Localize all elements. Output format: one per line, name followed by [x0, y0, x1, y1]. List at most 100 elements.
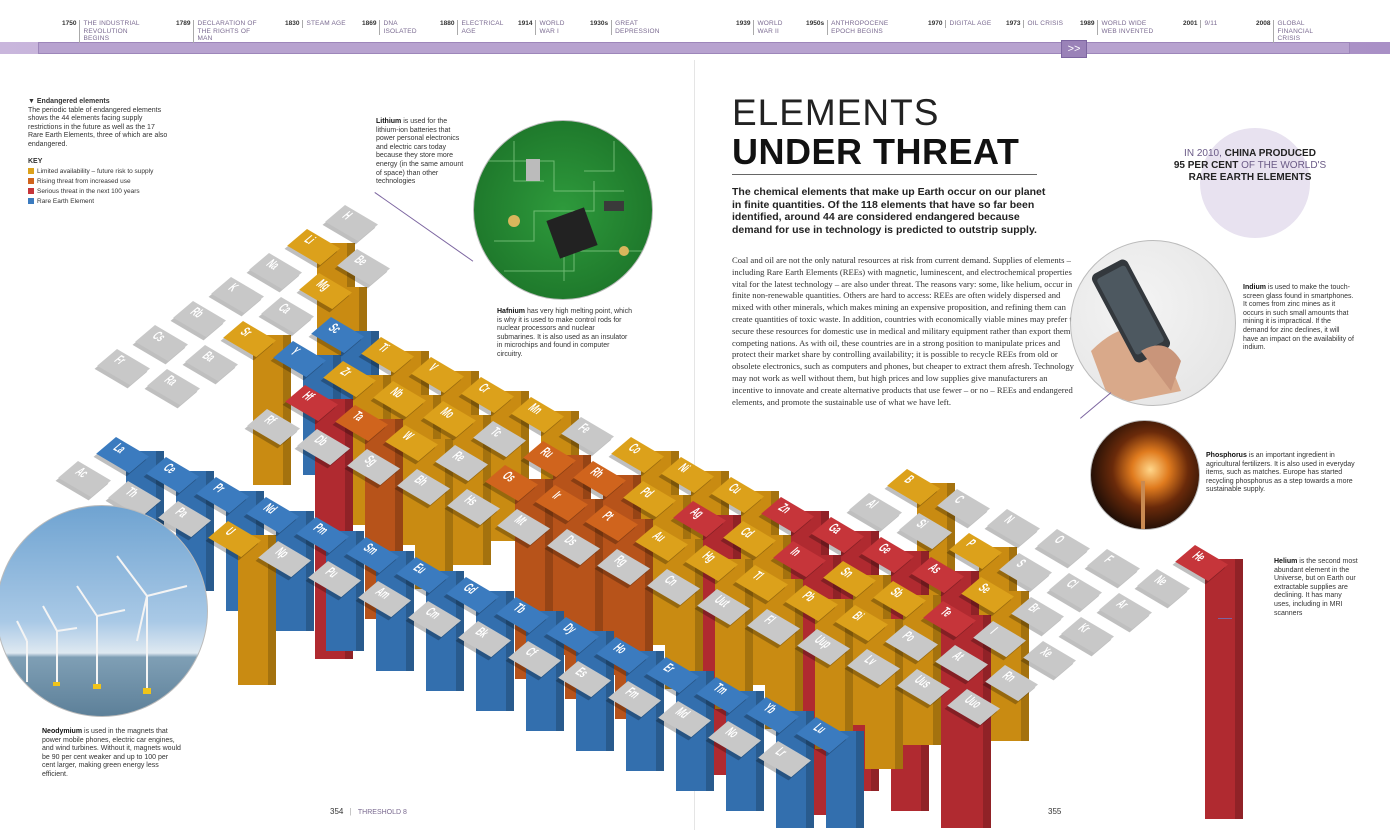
element-symbol: Pu: [321, 566, 342, 582]
element-symbol: Rf: [260, 413, 279, 428]
element-symbol: Ho: [609, 642, 630, 658]
element-symbol: Ir: [548, 489, 565, 503]
element-symbol: Cs: [148, 329, 169, 345]
element-symbol: Pd: [636, 485, 657, 501]
element-tile: Rb: [173, 301, 226, 338]
element-symbol: Sg: [360, 453, 381, 469]
element-symbol: Nd: [259, 502, 280, 518]
element-tile: Ac: [58, 461, 112, 498]
element-symbol: Fe: [574, 421, 594, 437]
helium-caption: Helium is the second most abundant eleme…: [1274, 558, 1360, 618]
hafnium-name: Hafnium: [497, 308, 525, 315]
element-symbol: Ac: [71, 466, 92, 482]
title-rule: [732, 174, 1037, 175]
element-symbol: Rg: [610, 553, 631, 569]
element-symbol: C: [950, 493, 967, 507]
neodymium-name: Neodymium: [42, 728, 83, 735]
element-symbol: Mg: [312, 277, 334, 294]
element-symbol: Tc: [486, 425, 506, 440]
circuit-board-photo: [473, 120, 653, 300]
wind-turbine-icon: [16, 555, 188, 694]
fact-bold1: CHINA PRODUCED: [1224, 148, 1316, 159]
lithium-caption: Lithium is used for the lithium-ion batt…: [376, 118, 468, 187]
element-symbol: Ni: [674, 461, 693, 476]
folio-right-number: 355: [1048, 807, 1062, 816]
element-symbol: Ra: [160, 373, 181, 389]
element-symbol: Ce: [159, 462, 180, 478]
element-symbol: Ne: [1150, 573, 1171, 589]
element-symbol: Na: [262, 257, 283, 273]
element-symbol: Y: [286, 345, 303, 359]
element-symbol: Lr: [771, 746, 790, 761]
element-symbol: Ge: [874, 541, 895, 557]
element-tile: Ne: [1137, 569, 1190, 606]
element-symbol: Yb: [759, 702, 780, 718]
element-symbol: Ds: [560, 533, 581, 549]
element-symbol: Cl: [1062, 577, 1081, 592]
element-tile: Ar: [1099, 593, 1152, 630]
element-symbol: Bi: [848, 609, 867, 624]
element-symbol: V: [424, 361, 441, 375]
element-tile: F: [1087, 549, 1140, 586]
element-symbol: Xe: [1036, 645, 1057, 661]
element-symbol: Br: [1024, 601, 1044, 617]
element-symbol: No: [721, 726, 742, 742]
element-tile: Al: [849, 493, 902, 530]
element-symbol: Tm: [709, 682, 731, 698]
element-symbol: Rh: [586, 465, 607, 481]
element-symbol: Ba: [198, 349, 219, 365]
element-symbol: Tl: [748, 569, 766, 584]
element-symbol: At: [948, 649, 967, 664]
hafnium-text: has very high melting point, which is wh…: [497, 308, 632, 358]
element-symbol: Ag: [686, 505, 707, 521]
element-symbol: Hs: [460, 493, 481, 509]
element-symbol: Fr: [110, 353, 129, 368]
element-symbol: Am: [371, 586, 394, 603]
element-tile: Fr: [97, 349, 150, 386]
element-symbol: Si: [912, 517, 931, 532]
periodic-table-3d: H Li Be Na Mg K Ca Sc Rb Sr Y Cs Ba Fr Ra Ti V Cr Mn Zr Nb Mo…: [0, 0, 1390, 830]
element-symbol: K: [224, 281, 241, 295]
fact-callout: IN 2010, CHINA PRODUCED 95 PER CENT OF T…: [1150, 148, 1350, 184]
element-symbol: B: [900, 473, 917, 487]
indium-text: is used to make the touch-screen glass f…: [1243, 284, 1354, 352]
element-symbol: Ca: [274, 301, 295, 317]
element-symbol: Zn: [774, 501, 794, 517]
body-text: Coal and oil are not the only natural re…: [732, 255, 1080, 407]
element-tile: Ba: [185, 345, 238, 382]
element-symbol: Zr: [336, 365, 355, 380]
circuit-board-icon: [484, 141, 644, 281]
element-symbol: Uup: [810, 633, 835, 652]
element-symbol: Tb: [509, 602, 530, 617]
element-symbol: Pb: [798, 589, 819, 605]
element-symbol: He: [1188, 549, 1209, 565]
folio-left-number: 354: [330, 807, 344, 816]
element-tile: Xe: [1023, 641, 1076, 678]
element-symbol: Fm: [621, 686, 643, 702]
element-symbol: Hf: [298, 389, 317, 404]
phosphorus-caption: Phosphorus is an important ingredient in…: [1206, 452, 1356, 495]
element-symbol: Os: [498, 469, 519, 485]
neodymium-caption: Neodymium is used in the magnets that po…: [42, 728, 182, 780]
element-tile: Na: [249, 253, 302, 290]
element-symbol: U: [221, 526, 239, 539]
element-symbol: Se: [974, 581, 995, 597]
fact-mid: OF THE WORLD'S: [1238, 160, 1327, 171]
element-symbol: O: [1050, 533, 1068, 547]
element-symbol: I: [986, 625, 1001, 637]
element-symbol: Db: [310, 433, 331, 449]
lithium-text: is used for the lithium-ion batteries th…: [376, 118, 464, 186]
fact-pre: IN 2010,: [1184, 148, 1225, 159]
element-symbol: Er: [659, 662, 679, 677]
element-tile: H: [325, 205, 378, 242]
element-symbol: Mn: [524, 401, 546, 418]
element-symbol: Re: [448, 449, 469, 465]
helium-text: is the second most abundant element in t…: [1274, 558, 1358, 617]
element-symbol: N: [1000, 513, 1017, 527]
element-symbol: Ta: [348, 409, 368, 424]
element-tile: Ca: [261, 297, 314, 334]
page-title-line2: UNDER THREAT: [732, 131, 1020, 172]
element-symbol: Sc: [324, 321, 345, 337]
element-symbol: Rb: [186, 305, 207, 321]
element-symbol: Mo: [436, 405, 458, 422]
